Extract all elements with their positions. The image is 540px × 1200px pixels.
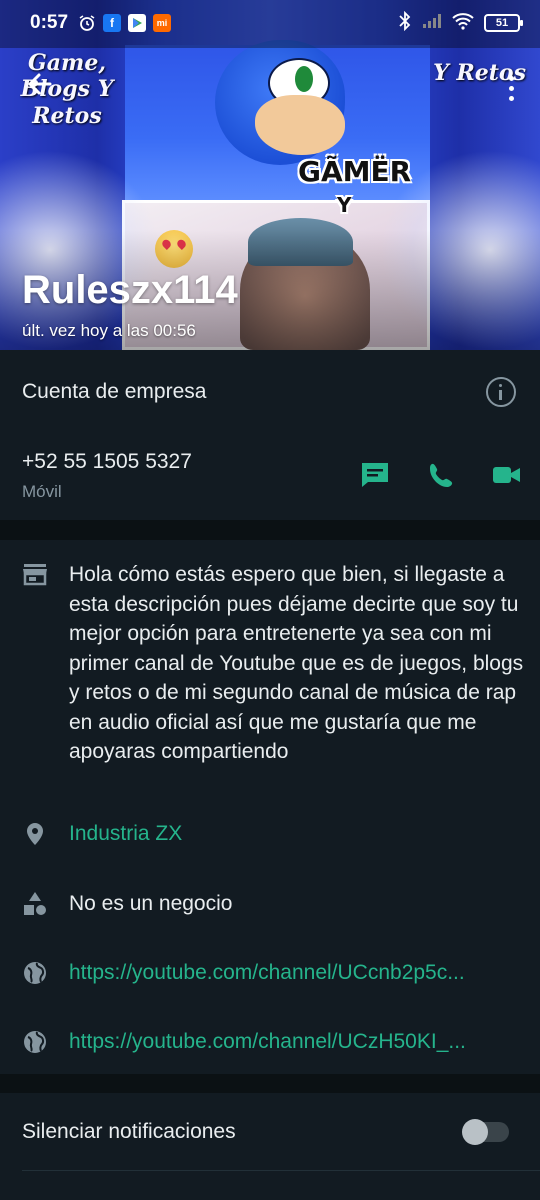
contact-name: Ruleszx114 — [22, 268, 238, 312]
business-category: No es un negocio — [69, 892, 233, 915]
mute-notifications-label: Silenciar notificaciones — [22, 1120, 236, 1143]
status-bar: 0:57 f mi 51 — [0, 0, 540, 46]
banner-character-face — [255, 95, 345, 155]
status-time: 0:57 — [30, 12, 69, 33]
message-button[interactable] — [359, 460, 391, 490]
globe-icon — [22, 1029, 48, 1055]
divider — [22, 1170, 540, 1171]
back-button[interactable] — [20, 66, 60, 106]
menu-dot-icon — [508, 85, 514, 91]
more-options-button[interactable] — [496, 70, 526, 106]
menu-dot-icon — [508, 95, 514, 101]
notifications-section — [0, 1093, 540, 1200]
phone-number[interactable]: +52 55 1505 5327 — [22, 450, 192, 474]
store-icon — [22, 562, 48, 586]
website-link-2[interactable]: https://youtube.com/channel/UCzH50KI_... — [69, 1030, 521, 1054]
website-link-1[interactable]: https://youtube.com/channel/UCcnb2p5c... — [69, 961, 521, 985]
banner-gamer-text: GÃMËR — [298, 155, 412, 188]
play-store-icon — [128, 14, 147, 32]
video-camera-icon — [493, 467, 520, 483]
location-pin-icon — [22, 821, 48, 847]
voice-call-button[interactable] — [425, 460, 457, 490]
video-call-button[interactable] — [490, 460, 522, 490]
message-icon — [362, 463, 388, 487]
business-account-label: Cuenta de empresa — [22, 380, 207, 403]
phone-icon — [430, 463, 453, 487]
mi-app-icon: mi — [153, 14, 172, 32]
wifi-icon — [452, 12, 474, 35]
arrow-left-icon — [28, 73, 52, 95]
banner-y-text: Y — [337, 193, 352, 217]
battery-icon: 51 — [484, 14, 523, 32]
business-info-section: Cuenta de empresa — [0, 350, 540, 520]
phone-type-label: Móvil — [22, 482, 62, 501]
location-link[interactable]: Industria ZX — [69, 822, 521, 846]
menu-dot-icon — [508, 75, 514, 81]
banner-character-pupil — [295, 66, 313, 92]
status-right-icons: 51 — [398, 10, 523, 36]
last-seen-text: últ. vez hoy a las 00:56 — [22, 321, 196, 340]
globe-icon — [22, 960, 48, 986]
toggle-knob — [462, 1119, 488, 1145]
business-description: Hola cómo estás espero que bien, si lleg… — [69, 563, 524, 763]
mute-notifications-toggle[interactable] — [462, 1119, 509, 1145]
alarm-icon — [78, 14, 96, 32]
category-shapes-icon — [22, 891, 48, 917]
info-icon[interactable] — [486, 377, 516, 407]
bluetooth-icon — [398, 10, 412, 36]
facebook-icon: f — [103, 14, 122, 32]
signal-icon — [422, 13, 442, 34]
